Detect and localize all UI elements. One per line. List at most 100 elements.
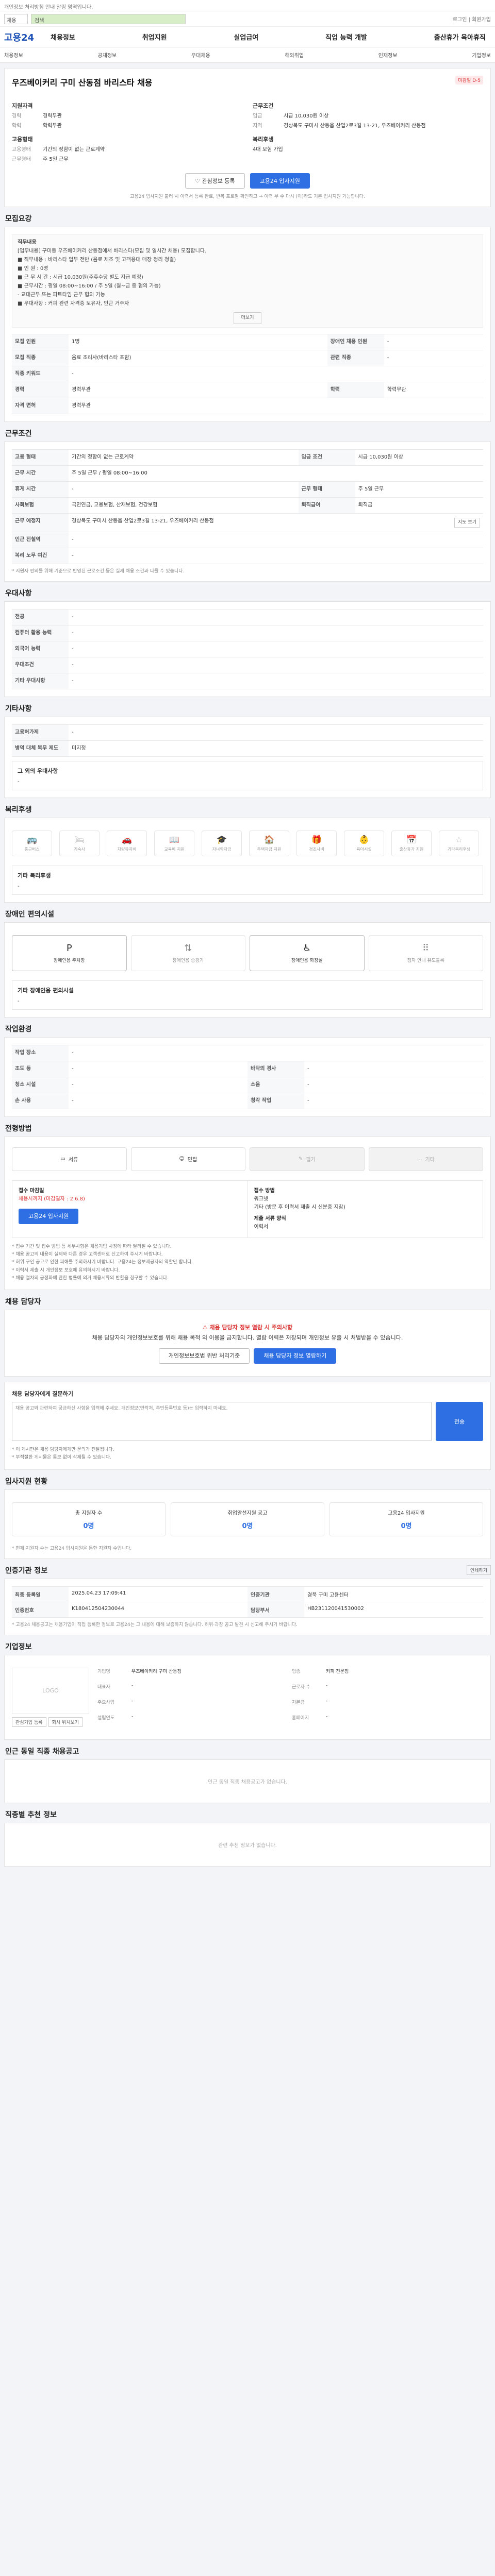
cell-key: 우대조건: [12, 656, 69, 673]
gnb-menu-training[interactable]: 직업 능력 개발: [325, 32, 367, 42]
table-row: 휴게 시간 - 근무 형태 주 5일 근무: [12, 481, 483, 498]
selection-steps: ▭ 서류 ☺ 면접 ✎ 필기 … 기타: [12, 1144, 483, 1174]
table-row: 우대조건 -: [12, 656, 483, 673]
subnav-item[interactable]: 인재정보: [378, 51, 398, 59]
subnav-item[interactable]: 공채정보: [97, 51, 117, 59]
subnav-item[interactable]: 우대채용: [191, 51, 210, 59]
inquiry-textarea[interactable]: 채용 공고와 관련하여 궁금하신 사항을 입력해 주세요. 개인정보(연락처, …: [12, 1401, 432, 1441]
stat-label: 취업알선지원 공고: [227, 1510, 268, 1516]
table-row: 조도 등 - 바닥의 경사 -: [12, 1060, 483, 1077]
site-logo[interactable]: 고용24: [4, 30, 51, 44]
gnb-menu-jobs[interactable]: 채용정보: [51, 32, 75, 42]
note-line: * 허위 구인 공고로 인한 피해를 주의하시기 바랍니다. 고용24는 정보제…: [12, 1260, 193, 1265]
step-label: 기타: [425, 1157, 435, 1163]
view-contact-button[interactable]: 채용 담당자 정보 열람하기: [254, 1348, 337, 1364]
apply-note: 고용24 입사지원 불러 시 이력서 등록 완료, 반복 프로필 확인하고 → …: [130, 194, 365, 199]
cell-value: 퇴직금: [355, 497, 483, 514]
login-links[interactable]: 로그인 | 회원가입: [453, 15, 491, 23]
cell-key: 전공: [12, 608, 69, 625]
cell-key: 최종 등록일: [12, 1586, 69, 1602]
print-button[interactable]: 인쇄하기: [466, 1565, 491, 1575]
step-label: 서류: [68, 1157, 78, 1163]
table-row: 고용허가제 -: [12, 724, 483, 741]
cell-key: 청각 작업: [248, 1092, 304, 1109]
cell-key: 근무 예정지: [12, 513, 69, 532]
cell-value: -: [69, 1060, 248, 1077]
environment-heading: 작업환경: [5, 1025, 32, 1033]
kv-key: 학력: [12, 123, 22, 129]
cell-key: 관련 직종: [327, 350, 384, 366]
desc-title: 직무내용: [18, 240, 37, 245]
disability-card: P 장애인용 주차장 ⇅ 장애인용 승강기 ♿ 장애인용 화장실 ⠿ 점자 안내 유도블…: [4, 922, 491, 1018]
field-key: 홈페이지: [292, 1715, 309, 1721]
cell-key: 자격 면허: [12, 398, 69, 415]
way-label: 접수 방법: [254, 1188, 275, 1194]
cell-key: 경력: [12, 382, 69, 398]
other-table: 고용허가제 - 병역 대체 복무 제도 미지정: [12, 724, 483, 757]
kv-key: 고용형태: [12, 147, 31, 152]
status-heading: 입사지원 현황: [5, 1477, 48, 1486]
interest-button[interactable]: ♡ 관심정보 등록: [185, 173, 245, 189]
contact-heading: 채용 담당자: [5, 1298, 41, 1307]
privacy-button[interactable]: 개인정보보호법 위반 처리기준: [158, 1348, 250, 1364]
star-icon: ☆: [455, 834, 463, 844]
cell-value: 경상북도 구미시 산동읍 산업2로3길 13-21, 우즈베이커리 산동점 지도 …: [69, 513, 483, 532]
cell-key: 조도 등: [12, 1060, 69, 1077]
cell-value: -: [304, 1092, 483, 1109]
search-category-select[interactable]: 채용: [4, 13, 28, 24]
house-icon: 🏠: [264, 834, 274, 844]
recommend-heading: 직종별 추천 정보: [5, 1810, 57, 1819]
cell-value: -: [69, 481, 299, 498]
benefit-label: 주택자금 지원: [257, 846, 282, 852]
restroom-icon: ♿: [303, 942, 311, 954]
inquiry-send-button[interactable]: 전송: [436, 1401, 483, 1441]
cell-key: 인증기관: [248, 1586, 304, 1602]
field-key: 기업명: [97, 1669, 110, 1674]
box-title: 그 외의 우대사항: [18, 767, 58, 774]
cell-value: 2025.04.23 17:09:41: [69, 1587, 248, 1602]
table-row: 근무 예정지 경상북도 구미시 산동읍 산업2로3길 13-21, 우즈베이커리 …: [12, 513, 483, 532]
benefit-item: 🏠 주택자금 지원: [249, 830, 289, 856]
way-block: 접수 방법 워크넷 기타 (방문 후 이력서 제출 시 신분증 지참) 제출 서…: [247, 1180, 483, 1238]
box-value: -: [18, 883, 20, 889]
more-button[interactable]: 더보기: [233, 312, 262, 325]
gnb-menu-benefit[interactable]: 실업급여: [234, 32, 258, 42]
field-key: 근로자 수: [292, 1684, 310, 1690]
search-input[interactable]: 검색: [31, 13, 186, 24]
subnav-item[interactable]: 해외취업: [285, 51, 304, 59]
desc-line: ■ 근무시간 : 평일 08:00~16:00 / 주 5일 (월~금 중 협의…: [18, 283, 161, 289]
table-row: 모집 직종 음료 조리사(바리스타 포함) 관련 직종 -: [12, 350, 483, 366]
table-row: 복리 노무 여건 -: [12, 547, 483, 564]
cell-value: -: [69, 1076, 248, 1093]
apply-button-bottom[interactable]: 고용24 입사지원: [19, 1208, 79, 1224]
work-note: * 지원자 편의를 위해 기준으로 반영된 근로조건 등은 실제 채용 조건과 …: [12, 568, 185, 574]
disability-label: 장애인용 승강기: [172, 958, 204, 963]
company-map-button[interactable]: 회사 위치보기: [48, 1717, 83, 1727]
kv-key: 근무형태: [12, 157, 31, 162]
desc-line: - 교대근무 또는 파트타임 근무 협의 가능: [18, 292, 105, 298]
gnb-menu-leave[interactable]: 출산휴가 육아휴직: [434, 32, 486, 42]
book-icon: 📖: [169, 834, 179, 844]
subnav-item[interactable]: 채용정보: [4, 51, 23, 59]
disability-item: ⇅ 장애인용 승강기: [130, 935, 245, 971]
cell-value: -: [69, 608, 483, 625]
disability-icons: P 장애인용 주차장 ⇅ 장애인용 승강기 ♿ 장애인용 화장실 ⠿ 점자 안내 유도블…: [12, 930, 483, 976]
cell-key: 임금 조건: [298, 449, 355, 466]
gnb-menu-support[interactable]: 취업지원: [142, 32, 167, 42]
warning-title-text: 채용 담당자 정보 열람 시 주의사항: [209, 1324, 293, 1331]
job-description: 직무내용 [업무내용] 구미동 우즈베이커리 산동점에서 바리스타(모집 및 일…: [12, 234, 483, 328]
cell-key: 모집 인원: [12, 334, 69, 350]
follow-company-button[interactable]: 관심기업 등록: [12, 1717, 46, 1727]
apply-button[interactable]: 고용24 입사지원: [250, 173, 310, 189]
global-nav: 고용24 채용정보 취업지원 실업급여 직업 능력 개발 출산휴가 육아휴직: [0, 27, 495, 47]
map-button[interactable]: 지도 보기: [454, 518, 480, 528]
prefer-heading: 우대사항: [5, 589, 32, 598]
apply-info: 접수 마감일 채용시까지 (마감일자 : 2.6.8) 고용24 입사지원 접수…: [12, 1180, 483, 1238]
subnav-item[interactable]: 기업정보: [472, 51, 491, 59]
disability-label: 점자 안내 유도블록: [407, 958, 444, 963]
cell-value: -: [69, 1044, 483, 1061]
baby-icon: 👶: [359, 834, 369, 844]
cell-value: 경북 구미 고용센터: [304, 1587, 483, 1602]
recommend-empty: 관련 추천 정보가 없습니다.: [218, 1842, 277, 1849]
cell-value: -: [69, 672, 483, 689]
